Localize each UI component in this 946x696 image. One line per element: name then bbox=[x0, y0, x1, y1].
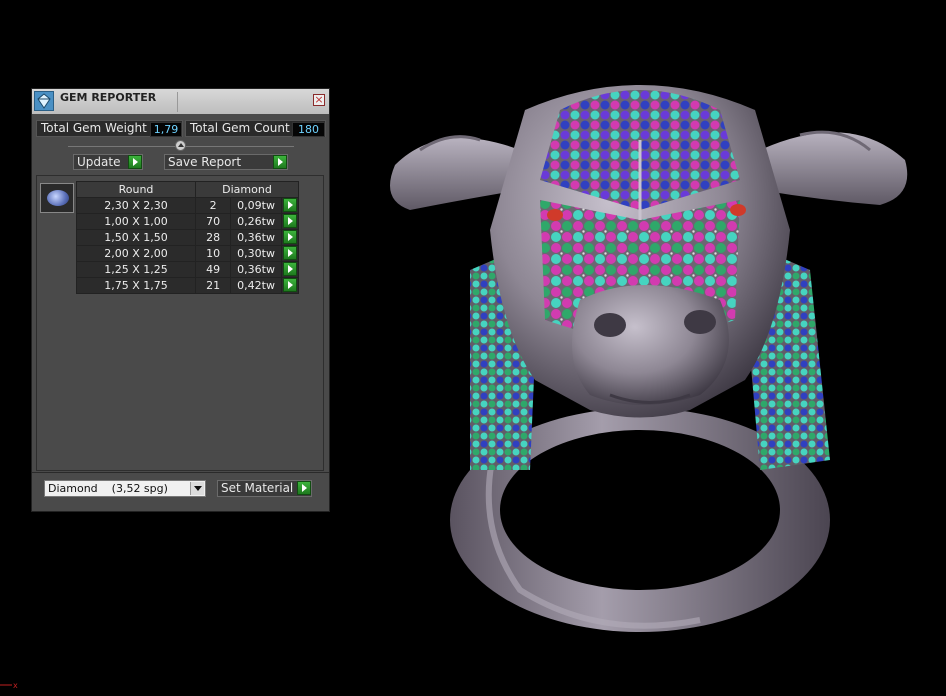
gem-count: 10 bbox=[194, 245, 232, 262]
row-select-button[interactable] bbox=[280, 245, 300, 262]
column-header-material: Diamond bbox=[195, 181, 299, 198]
gem-table: Round Diamond 2,30 X 2,30 2 0,09tw 1,00 … bbox=[76, 181, 300, 294]
close-button[interactable]: × bbox=[313, 94, 325, 106]
gem-weight: 0,09tw bbox=[230, 197, 282, 214]
gem-size: 1,00 X 1,00 bbox=[76, 213, 196, 230]
save-report-button[interactable]: Save Report bbox=[164, 154, 288, 170]
total-gem-count: Total Gem Count 180 bbox=[185, 120, 326, 137]
gem-weight: 0,26tw bbox=[230, 213, 282, 230]
play-arrow-icon bbox=[282, 214, 297, 228]
round-gem-icon bbox=[47, 190, 69, 206]
bull-horns bbox=[390, 130, 908, 210]
gem-size: 2,00 X 2,00 bbox=[76, 245, 196, 262]
gem-weight: 0,42tw bbox=[230, 277, 282, 294]
total-gem-weight-value: 1,79 bbox=[150, 122, 182, 137]
table-row[interactable]: 2,00 X 2,00 10 0,30tw bbox=[76, 245, 300, 262]
row-select-button[interactable] bbox=[280, 277, 300, 294]
bull-head bbox=[490, 85, 790, 418]
row-select-button[interactable] bbox=[280, 213, 300, 230]
row-select-button[interactable] bbox=[280, 229, 300, 246]
gem-reporter-icon bbox=[34, 91, 54, 111]
gem-count: 70 bbox=[194, 213, 232, 230]
gem-size: 1,50 X 1,50 bbox=[76, 229, 196, 246]
total-gem-count-value: 180 bbox=[292, 122, 325, 137]
right-shank-pave bbox=[740, 240, 830, 470]
set-material-button-label: Set Material bbox=[221, 481, 294, 495]
ring-band bbox=[450, 408, 830, 632]
axis-label: x bbox=[13, 681, 18, 690]
gem-size: 1,75 X 1,75 bbox=[76, 277, 196, 294]
table-row[interactable]: 1,00 X 1,00 70 0,26tw bbox=[76, 213, 300, 230]
panel-title: GEM REPORTER bbox=[60, 91, 157, 104]
gem-weight: 0,36tw bbox=[230, 261, 282, 278]
gem-weight: 0,36tw bbox=[230, 229, 282, 246]
table-row[interactable]: 1,50 X 1,50 28 0,36tw bbox=[76, 229, 300, 246]
column-header-shape: Round bbox=[76, 181, 196, 198]
play-arrow-icon bbox=[297, 481, 311, 495]
left-shank-pave bbox=[470, 240, 540, 470]
play-arrow-icon bbox=[282, 230, 297, 244]
play-arrow-icon bbox=[282, 198, 297, 212]
panel-titlebar[interactable]: GEM REPORTER × bbox=[32, 89, 329, 114]
chevron-down-icon[interactable] bbox=[190, 482, 204, 495]
gem-count: 21 bbox=[194, 277, 232, 294]
gem-count: 28 bbox=[194, 229, 232, 246]
play-arrow-icon bbox=[282, 278, 297, 292]
gem-count: 2 bbox=[194, 197, 232, 214]
set-material-button[interactable]: Set Material bbox=[217, 480, 312, 497]
play-arrow-icon bbox=[282, 262, 297, 276]
gem-size: 2,30 X 2,30 bbox=[76, 197, 196, 214]
play-arrow-icon bbox=[128, 155, 142, 169]
gem-thumbnail[interactable] bbox=[40, 183, 74, 213]
play-arrow-icon bbox=[282, 246, 297, 260]
row-select-button[interactable] bbox=[280, 261, 300, 278]
gem-size: 1,25 X 1,25 bbox=[76, 261, 196, 278]
material-dropdown-value: Diamond (3,52 spg) bbox=[48, 482, 168, 495]
table-row[interactable]: 1,25 X 1,25 49 0,36tw bbox=[76, 261, 300, 278]
save-report-button-label: Save Report bbox=[168, 155, 242, 169]
panel-divider bbox=[32, 472, 329, 473]
table-row[interactable]: 2,30 X 2,30 2 0,09tw bbox=[76, 197, 300, 214]
gem-table-header: Round Diamond bbox=[76, 181, 299, 198]
row-select-button[interactable] bbox=[280, 197, 300, 214]
gem-reporter-panel: GEM REPORTER × Total Gem Weight 1,79 Tot… bbox=[31, 88, 330, 512]
table-row[interactable]: 1,75 X 1,75 21 0,42tw bbox=[76, 277, 300, 294]
total-gem-weight: Total Gem Weight 1,79 bbox=[36, 120, 183, 137]
play-arrow-icon bbox=[273, 155, 287, 169]
update-button[interactable]: Update bbox=[73, 154, 143, 170]
material-dropdown[interactable]: Diamond (3,52 spg) bbox=[44, 480, 206, 497]
update-button-label: Update bbox=[77, 155, 121, 169]
gem-count: 49 bbox=[194, 261, 232, 278]
total-gem-weight-label: Total Gem Weight bbox=[41, 121, 147, 135]
title-tab-divider bbox=[177, 92, 178, 112]
collapse-toggle-icon[interactable] bbox=[175, 140, 186, 151]
gem-weight: 0,30tw bbox=[230, 245, 282, 262]
axis-marker: x bbox=[0, 681, 18, 690]
total-gem-count-label: Total Gem Count bbox=[190, 121, 290, 135]
